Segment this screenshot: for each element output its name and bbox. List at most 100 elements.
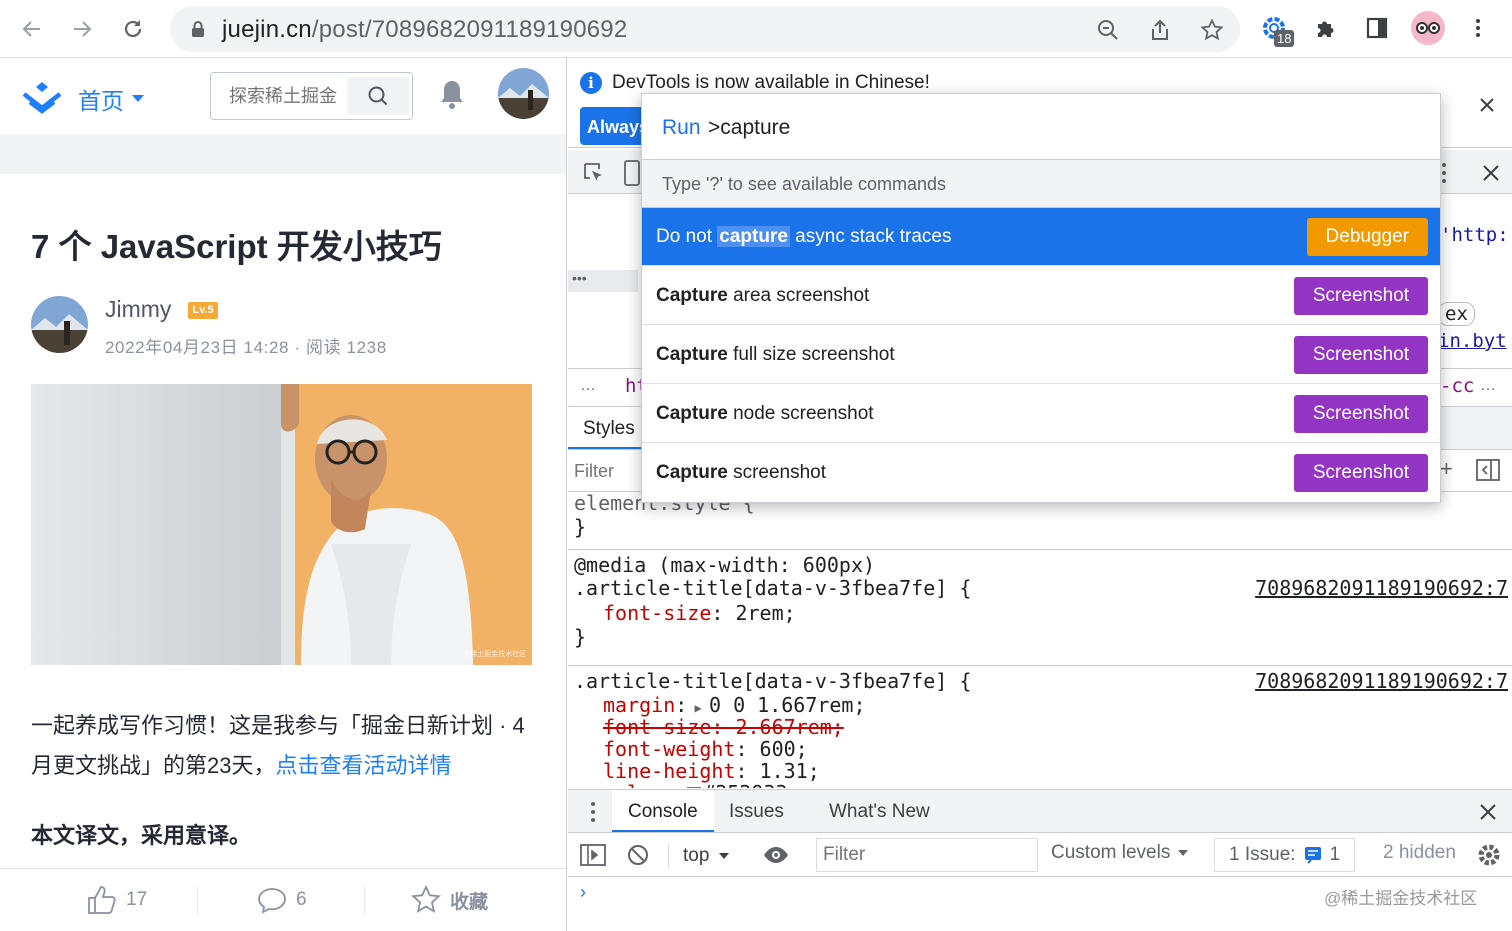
tab-console[interactable]: Console <box>612 790 714 832</box>
label-match: Capture <box>656 462 728 483</box>
extension-button[interactable]: 18 <box>1256 10 1295 47</box>
breadcrumb-ellipsis[interactable]: … <box>580 377 596 395</box>
browser-menu-button[interactable] <box>1460 10 1496 46</box>
author-level-badge: Lv.5 <box>188 302 218 319</box>
back-button[interactable] <box>14 11 50 47</box>
overridden-declaration[interactable]: font-size: 2.667rem; <box>603 716 844 739</box>
console-settings-gear-icon[interactable] <box>1477 843 1501 867</box>
comment-button[interactable]: 6 <box>256 883 307 917</box>
author-avatar[interactable] <box>31 296 88 353</box>
kebab-menu-icon[interactable] <box>1440 162 1448 184</box>
tab-issues[interactable]: Issues <box>729 801 784 823</box>
like-count: 17 <box>126 889 148 910</box>
event-details-link[interactable]: 点击查看活动详情 <box>275 753 451 778</box>
command-query[interactable]: >capture <box>708 116 790 140</box>
rule-source-link[interactable]: 7089682091189190692:7 <box>1255 670 1508 693</box>
drawer-menu-icon[interactable] <box>590 801 596 823</box>
like-button[interactable]: 17 <box>86 883 147 917</box>
tab-whats-new[interactable]: What's New <box>829 801 930 823</box>
clear-console-icon[interactable] <box>627 844 649 866</box>
css-declaration[interactable]: line-height: 1.31; <box>603 760 820 783</box>
cover-watermark: @稀土掘金技术社区 <box>463 649 526 658</box>
site-header: 首页 <box>0 58 566 134</box>
context-label: top <box>683 845 710 866</box>
close-devtools-icon[interactable] <box>1483 165 1499 181</box>
juejin-logo-icon[interactable] <box>20 80 64 116</box>
site-search-button[interactable] <box>347 77 409 115</box>
article-cover-image: @稀土掘金技术社区 <box>31 384 532 665</box>
command-item-node-screenshot[interactable]: Capture node screenshot Screenshot <box>642 385 1440 443</box>
tab-styles[interactable]: Styles <box>568 407 648 449</box>
collect-button[interactable]: 收藏 <box>410 883 488 917</box>
label-suffix: area screenshot <box>727 285 870 306</box>
eye-icon[interactable] <box>762 844 790 866</box>
side-panel-button[interactable] <box>1359 10 1395 46</box>
toggle-sidebar-icon[interactable] <box>1476 459 1500 481</box>
label-prefix: Do not <box>656 226 718 247</box>
css-value[interactable]: #252933 <box>703 781 787 789</box>
device-toolbar-icon[interactable] <box>624 160 640 186</box>
comment-count: 6 <box>296 889 307 910</box>
reload-button[interactable] <box>115 11 151 47</box>
avatar-landscape-icon <box>498 68 549 119</box>
forward-button[interactable] <box>64 11 100 47</box>
rule-source-link[interactable]: 7089682091189190692:7 <box>1255 577 1508 600</box>
command-label: Capture screenshot <box>656 462 826 484</box>
home-nav-label: 首页 <box>78 88 124 114</box>
expand-triangle-icon[interactable]: ▶ <box>687 701 709 715</box>
css-value[interactable]: 0 0 1.667rem <box>709 693 854 717</box>
css-declaration[interactable]: font-weight: 600; <box>603 738 808 761</box>
site-search[interactable] <box>210 72 413 120</box>
new-style-rule-button[interactable]: + <box>1440 456 1453 482</box>
url-text[interactable]: juejin.cn/post/7089682091189190692 <box>222 16 627 44</box>
author-name[interactable]: Jimmy <box>105 296 171 323</box>
color-swatch[interactable] <box>687 787 702 788</box>
console-prompt-chevron[interactable]: › <box>580 882 586 903</box>
console-filter-input[interactable] <box>816 838 1038 872</box>
command-item-screenshot[interactable]: Capture screenshot Screenshot <box>642 444 1440 502</box>
css-declaration[interactable]: font-size: 2rem; <box>603 602 796 625</box>
lock-icon[interactable] <box>188 19 208 39</box>
context-selector[interactable]: top <box>668 843 730 869</box>
zoom-button[interactable] <box>1092 14 1124 46</box>
label-match: Capture <box>656 344 728 365</box>
dom-link-fragment[interactable]: in.byt <box>1438 330 1507 352</box>
divider <box>364 887 365 915</box>
media-query: @media (max-width: 600px) <box>574 553 876 577</box>
site-search-input[interactable] <box>211 73 347 119</box>
dom-ellipsis-expander[interactable]: ••• <box>568 270 638 292</box>
post-meta: 2022年04月23日 14:28 · 阅读 1238 <box>105 338 387 357</box>
arrow-right-icon <box>74 21 92 37</box>
profile-button[interactable] <box>1410 10 1446 46</box>
share-button[interactable] <box>1144 14 1176 46</box>
author-avatar-image-icon <box>31 296 88 353</box>
home-nav[interactable]: 首页 <box>78 82 144 116</box>
command-hint-text: Type '?' to see available commands <box>662 174 947 194</box>
bookmark-button[interactable] <box>1196 14 1228 46</box>
notification-bell-icon[interactable] <box>438 78 466 110</box>
css-declaration[interactable]: color: #252933; <box>603 782 800 788</box>
extension-badge: 18 <box>1274 30 1295 47</box>
user-avatar[interactable] <box>498 68 549 119</box>
command-item-area-screenshot[interactable]: Capture area screenshot Screenshot <box>642 267 1440 325</box>
sidebar-toggle-icon[interactable] <box>580 844 606 866</box>
command-menu-input[interactable]: Run >capture <box>642 94 1440 160</box>
address-bar[interactable]: juejin.cn/post/7089682091189190692 <box>170 6 1240 52</box>
issues-counter[interactable]: 1 Issue: 1 <box>1214 838 1356 872</box>
inspect-element-icon[interactable] <box>582 161 606 185</box>
breadcrumb-class[interactable]: -cc <box>1440 375 1474 397</box>
rule-selector: .article-title[data-v-3fbea7fe] { <box>574 576 972 600</box>
breadcrumb-overflow[interactable]: … <box>1480 377 1496 395</box>
caret-down-icon <box>1178 849 1189 856</box>
close-drawer-icon[interactable] <box>1480 804 1496 820</box>
css-value[interactable]: 1.31 <box>760 759 808 783</box>
css-value[interactable]: 2rem <box>735 601 783 625</box>
command-item-async-stack-traces[interactable]: Do not capture async stack traces Debugg… <box>642 208 1440 266</box>
css-value[interactable]: 600 <box>760 737 796 761</box>
infobar-close-button[interactable] <box>1480 92 1494 118</box>
caret-down-icon <box>719 852 730 859</box>
command-item-full-size-screenshot[interactable]: Capture full size screenshot Screenshot <box>642 326 1440 384</box>
command-label: Do not capture async stack traces <box>656 226 951 248</box>
log-levels-dropdown[interactable]: Custom levels <box>1051 842 1189 864</box>
extensions-menu-button[interactable] <box>1308 10 1344 46</box>
